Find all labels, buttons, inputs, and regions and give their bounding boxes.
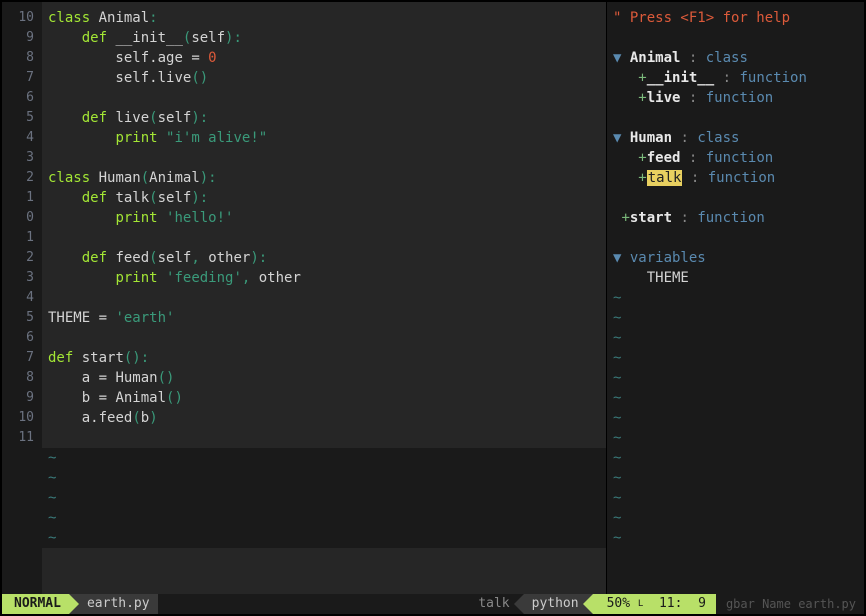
line-number: 10 [2,8,42,28]
code-line[interactable] [42,428,606,448]
line-number: 7 [2,68,42,88]
line-number: 4 [2,288,42,308]
code-line[interactable]: THEME = 'earth' [42,308,606,328]
line-number: 3 [2,268,42,288]
fn-animal-live[interactable]: +live : function [607,88,864,108]
code-line[interactable]: self.age = 0 [42,48,606,68]
code-line[interactable]: class Human(Animal): [42,168,606,188]
line-number: 11 [2,428,42,448]
variables-header[interactable]: ▼ variables [607,248,864,268]
fn-human-feed[interactable]: +feed : function [607,148,864,168]
fn-start[interactable]: +start : function [607,208,864,228]
line-number: 1 [2,228,42,248]
line-number: 9 [2,388,42,408]
fn-animal-init[interactable]: +__init__ : function [607,68,864,88]
line-number-gutter: 1098765432101234567891011 [2,2,42,594]
line-number: 0 [2,208,42,228]
line-number: 2 [2,248,42,268]
code-line[interactable]: print "i'm alive!" [42,128,606,148]
help-hint: " Press <F1> for help [607,8,864,28]
code-line[interactable]: def talk(self): [42,188,606,208]
class-human[interactable]: ▼ Human : class [607,128,864,148]
tag-segment: talk [158,594,524,614]
class-animal[interactable]: ▼ Animal : class [607,48,864,68]
code-line[interactable]: b = Animal() [42,388,606,408]
code-line[interactable]: self.live() [42,68,606,88]
line-number: 7 [2,348,42,368]
line-number: 5 [2,108,42,128]
line-number: 10 [2,408,42,428]
statusline: NORMAL earth.py talk python 50% L 11: 9 … [2,594,864,614]
inactive-status: gbar Name earth.py [716,594,864,614]
code-line[interactable]: def live(self): [42,108,606,128]
code-line[interactable]: a = Human() [42,368,606,388]
empty-line-tilde: ~ [42,448,606,468]
code-line[interactable] [42,228,606,248]
var-theme[interactable]: THEME [607,268,864,288]
line-number: 8 [2,48,42,68]
fn-human-talk[interactable]: +talk : function [607,168,864,188]
main-container: 1098765432101234567891011 class Animal: … [2,2,864,594]
empty-line-tilde: ~ [42,508,606,528]
code-line[interactable]: def __init__(self): [42,28,606,48]
empty-line-tilde: ~ [42,468,606,488]
code-line[interactable] [42,328,606,348]
line-number: 6 [2,88,42,108]
code-line[interactable]: class Animal: [42,8,606,28]
line-number: 5 [2,308,42,328]
tagbar-sidebar[interactable]: " Press <F1> for help ▼ Animal : class +… [606,2,864,594]
mode-indicator: NORMAL [2,594,69,614]
filename-segment: earth.py [69,594,158,614]
line-number: 6 [2,328,42,348]
code-line[interactable] [42,88,606,108]
code-line[interactable] [42,288,606,308]
code-line[interactable]: a.feed(b) [42,408,606,428]
code-line[interactable]: def feed(self, other): [42,248,606,268]
code-line[interactable] [42,148,606,168]
position-segment: 50% L 11: 9 [593,594,716,614]
empty-line-tilde: ~ [42,488,606,508]
code-area[interactable]: class Animal: def __init__(self): self.a… [42,2,606,594]
line-number: 1 [2,188,42,208]
line-number: 9 [2,28,42,48]
editor-pane[interactable]: 1098765432101234567891011 class Animal: … [2,2,606,594]
line-number: 8 [2,368,42,388]
line-number: 2 [2,168,42,188]
code-line[interactable]: print 'feeding', other [42,268,606,288]
line-number: 3 [2,148,42,168]
code-line[interactable]: def start(): [42,348,606,368]
code-line[interactable]: print 'hello!' [42,208,606,228]
line-number: 4 [2,128,42,148]
empty-line-tilde: ~ [42,528,606,548]
